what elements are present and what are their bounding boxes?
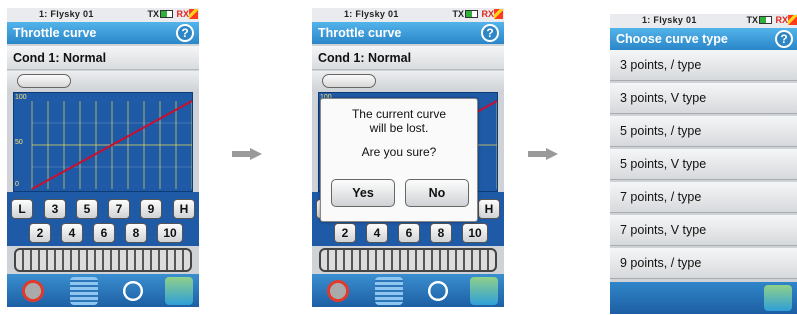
condition-selector[interactable]: Cond 1: Normal <box>7 46 199 70</box>
status-bar: 1: Flysky 01 TX RX <box>312 8 504 22</box>
confirm-dialog: The current curve will be lost. Are you … <box>320 98 478 222</box>
help-icon[interactable]: ? <box>775 30 793 48</box>
signal-icon <box>494 9 503 19</box>
y-label-0: 0 <box>15 181 19 188</box>
curve-type-item[interactable]: 3 points, V type <box>610 83 797 114</box>
page-title: Throttle curve <box>13 26 97 40</box>
bottom-toolbar <box>610 282 797 314</box>
dialog-question: Are you sure? <box>361 145 437 159</box>
rx-label: RX <box>176 9 189 19</box>
key-h[interactable]: H <box>173 199 195 219</box>
title-bar: Throttle curve ? <box>7 22 199 44</box>
value-row <box>7 71 199 91</box>
status-bar: 1: Flysky 01 TX RX <box>610 14 797 28</box>
curve-type-item[interactable]: 5 points, V type <box>610 149 797 180</box>
point-keypad: L 3 5 7 9 H 2 4 6 8 10 <box>7 192 199 246</box>
key-6[interactable]: 6 <box>93 223 115 243</box>
key-7[interactable]: 7 <box>108 199 130 219</box>
curve-type-screen: 1: Flysky 01 TX RX Choose curve type ? 3… <box>610 14 797 314</box>
key-10[interactable]: 10 <box>157 223 183 243</box>
grid-icon[interactable] <box>70 277 98 305</box>
key-10[interactable]: 10 <box>462 223 488 243</box>
key-6[interactable]: 6 <box>398 223 420 243</box>
rotate-icon[interactable] <box>424 277 452 305</box>
key-3[interactable]: 3 <box>44 199 66 219</box>
curve-slider[interactable] <box>319 248 497 272</box>
back-icon[interactable] <box>165 277 193 305</box>
curve-type-item[interactable]: 5 points, / type <box>610 116 797 147</box>
curve-type-item[interactable]: 7 points, V type <box>610 215 797 246</box>
page-title: Throttle curve <box>318 26 402 40</box>
no-button[interactable]: No <box>405 179 469 207</box>
model-name: 1: Flysky 01 <box>642 15 697 25</box>
throttle-curve-screen: 1: Flysky 01 TX RX Throttle curve ? Cond… <box>7 8 199 307</box>
confirm-screen: 1: Flysky 01 TX RX Throttle curve ? Cond… <box>312 8 504 307</box>
key-2[interactable]: 2 <box>29 223 51 243</box>
yes-button[interactable]: Yes <box>331 179 395 207</box>
model-name: 1: Flysky 01 <box>39 9 94 19</box>
key-l[interactable]: L <box>11 199 33 219</box>
tx-label: TX <box>147 9 159 19</box>
grid-icon[interactable] <box>375 277 403 305</box>
rotate-icon[interactable] <box>119 277 147 305</box>
value-pill[interactable] <box>17 74 71 88</box>
curve-type-item[interactable]: 3 points, / type <box>610 50 797 81</box>
bottom-toolbar <box>312 274 504 307</box>
curve-slider[interactable] <box>14 248 192 272</box>
key-4[interactable]: 4 <box>366 223 388 243</box>
title-bar: Throttle curve ? <box>312 22 504 44</box>
battery-icon <box>759 16 772 24</box>
back-icon[interactable] <box>470 277 498 305</box>
condition-selector[interactable]: Cond 1: Normal <box>312 46 504 70</box>
key-4[interactable]: 4 <box>61 223 83 243</box>
status-bar: 1: Flysky 01 TX RX <box>7 8 199 22</box>
key-8[interactable]: 8 <box>430 223 452 243</box>
curve-type-item[interactable]: 9 points, / type <box>610 248 797 279</box>
key-8[interactable]: 8 <box>125 223 147 243</box>
curve-type-item[interactable]: 7 points, / type <box>610 182 797 213</box>
title-bar: Choose curve type ? <box>610 28 797 50</box>
disable-icon[interactable] <box>324 277 352 305</box>
arrow-right-icon <box>232 148 262 160</box>
tx-label: TX <box>746 15 758 25</box>
tx-label: TX <box>452 9 464 19</box>
rx-label: RX <box>481 9 494 19</box>
key-5[interactable]: 5 <box>76 199 98 219</box>
value-pill[interactable] <box>322 74 376 88</box>
curve-graph[interactable]: 100 50 0 <box>13 92 193 192</box>
back-icon[interactable] <box>764 285 792 311</box>
dialog-message: The current curve will be lost. <box>351 107 447 135</box>
y-label-100: 100 <box>15 94 27 101</box>
arrow-right-icon <box>528 148 558 160</box>
model-name: 1: Flysky 01 <box>344 9 399 19</box>
signal-icon <box>189 9 198 19</box>
key-9[interactable]: 9 <box>140 199 162 219</box>
page-title: Choose curve type <box>616 32 728 46</box>
battery-icon <box>160 10 173 18</box>
signal-icon <box>788 15 797 25</box>
value-row <box>312 71 504 91</box>
disable-icon[interactable] <box>19 277 47 305</box>
key-2[interactable]: 2 <box>334 223 356 243</box>
key-h[interactable]: H <box>478 199 500 219</box>
rx-label: RX <box>775 15 788 25</box>
help-icon[interactable]: ? <box>481 24 499 42</box>
help-icon[interactable]: ? <box>176 24 194 42</box>
y-label-50: 50 <box>15 139 23 146</box>
curve-svg <box>31 100 192 190</box>
battery-icon <box>465 10 478 18</box>
bottom-toolbar <box>7 274 199 307</box>
